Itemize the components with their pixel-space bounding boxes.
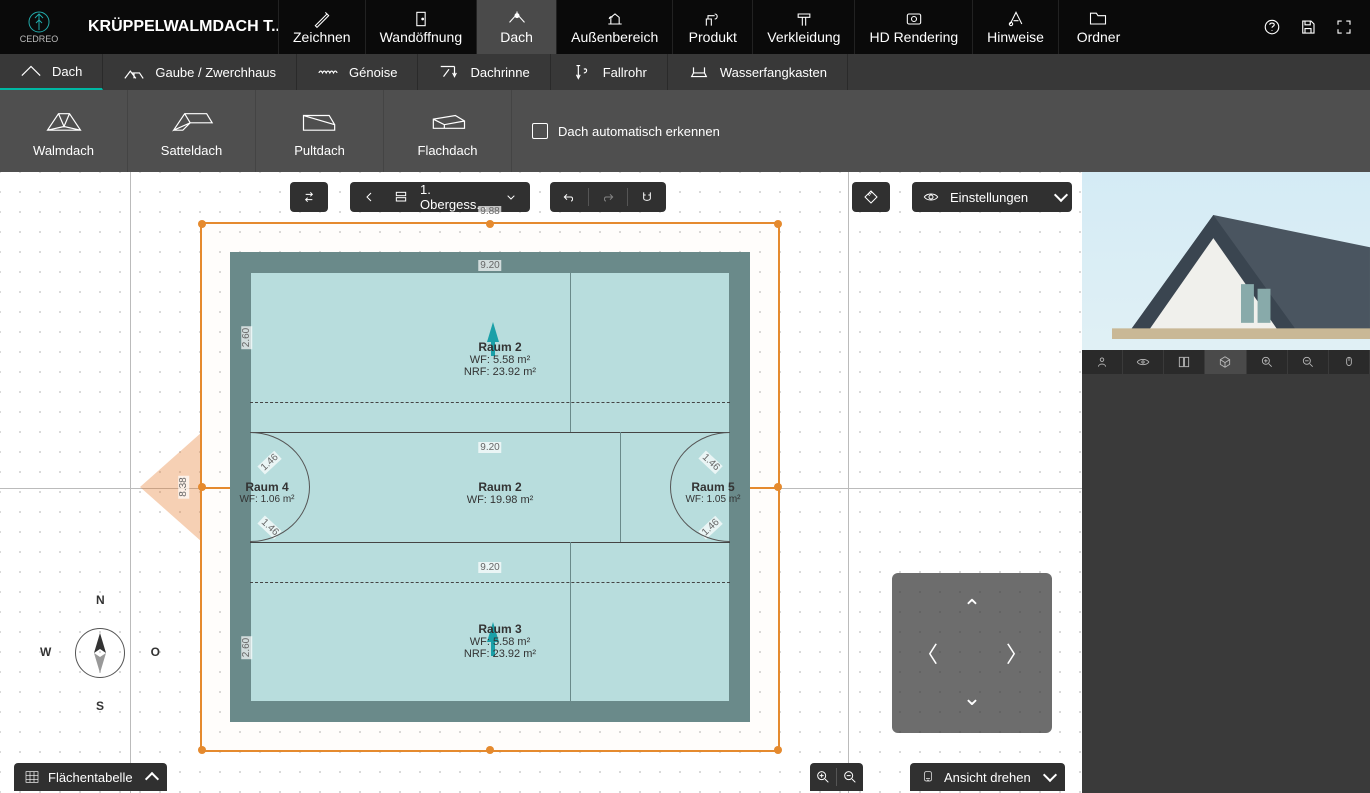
plan-canvas[interactable]: 1. Obergess... Einstellungen 9.88 8.38: [0, 172, 1082, 793]
divider: [250, 432, 730, 433]
chevron-down-icon[interactable]: [498, 185, 524, 209]
preview-zoom-in-icon[interactable]: [1247, 350, 1288, 374]
main-tabs: Zeichnen Wandöffnung Dach Außenbereich P…: [278, 0, 1246, 54]
rotate-view-toggle[interactable]: Ansicht drehen: [910, 763, 1065, 791]
chevron-down-icon: [1050, 190, 1066, 205]
chevron-down-icon: [1039, 770, 1055, 785]
nav-pad: ⌃ ⌄ 〈 〉 ↺: [892, 573, 1052, 733]
dim-inner-w3: 9.20: [478, 562, 501, 573]
preview-panel: [1082, 172, 1370, 793]
zoom-in-icon[interactable]: [810, 765, 836, 789]
dim-side2: 2.60: [241, 636, 252, 659]
redo-icon[interactable]: [595, 185, 621, 209]
roof-pultdach[interactable]: Pultdach: [256, 90, 384, 172]
swap-bar: [290, 182, 328, 212]
subtab-genoise[interactable]: Génoise: [297, 54, 418, 90]
checkbox-icon[interactable]: [532, 123, 548, 139]
ruler-icon[interactable]: [858, 185, 884, 209]
view-3d-icon[interactable]: [1205, 350, 1246, 374]
topbar-actions: [1246, 0, 1370, 54]
floor-plan[interactable]: 9.88 8.38 9.20 9.20 9.20 2.60 2.60 1.46 …: [200, 222, 780, 752]
help-button[interactable]: [1258, 13, 1286, 41]
dim-inner-w2: 9.20: [478, 442, 501, 453]
brand-logo[interactable]: CEDREO: [0, 0, 78, 54]
subtab-dachrinne[interactable]: Dachrinne: [418, 54, 550, 90]
topbar: CEDREO KRÜPPELWALMDACH T... Zeichnen Wan…: [0, 0, 1370, 54]
tab-verkleidung[interactable]: Verkleidung: [752, 0, 854, 54]
preview-toolbar: [1082, 350, 1370, 374]
zoom-bar: [810, 763, 863, 791]
fullscreen-button[interactable]: [1330, 13, 1358, 41]
save-button[interactable]: [1294, 13, 1322, 41]
dim-outer-width: 9.88: [478, 206, 501, 217]
swap-icon[interactable]: [296, 185, 322, 209]
roof-walmdach[interactable]: Walmdach: [0, 90, 128, 172]
magnet-icon[interactable]: [634, 185, 660, 209]
divider: [570, 542, 571, 702]
divider: [250, 582, 730, 583]
settings-bar[interactable]: Einstellungen: [912, 182, 1072, 212]
nav-down[interactable]: ⌄: [957, 683, 987, 713]
auto-detect-roof[interactable]: Dach automatisch erkennen: [512, 90, 720, 172]
subtab-wasserfang[interactable]: Wasserfangkasten: [668, 54, 848, 90]
preview-3d[interactable]: [1082, 172, 1370, 350]
subtab-gaube[interactable]: Gaube / Zwerchhaus: [103, 54, 297, 90]
gable-west: [140, 432, 202, 542]
room-label: Raum 2WF: 5.58 m²NRF: 23.92 m²: [440, 340, 560, 378]
nav-right[interactable]: 〉: [1002, 638, 1032, 668]
area-table-toggle[interactable]: Flächentabelle: [14, 763, 167, 791]
room-label: Raum 2WF: 19.98 m²: [440, 480, 560, 506]
tab-hinweise[interactable]: Hinweise: [972, 0, 1058, 54]
roof-type-palette: Walmdach Satteldach Pultdach Flachdach D…: [0, 90, 1370, 172]
divider: [620, 432, 621, 542]
nav-reset[interactable]: ↺: [1041, 738, 1056, 759]
floors-icon: [388, 185, 414, 209]
preview-mouse-icon[interactable]: [1329, 350, 1370, 374]
tab-aussenbereich[interactable]: Außenbereich: [556, 0, 672, 54]
nav-left[interactable]: 〈: [912, 638, 942, 668]
room-label: Raum 3WF: 5.58 m²NRF: 23.92 m²: [440, 622, 560, 660]
preview-panel-body: [1082, 374, 1370, 793]
roof-satteldach[interactable]: Satteldach: [128, 90, 256, 172]
divider: [570, 272, 571, 432]
divider: [250, 402, 730, 403]
tab-hdrendering[interactable]: HD Rendering: [854, 0, 972, 54]
subtab-dach[interactable]: Dach: [0, 54, 103, 90]
zoom-out-icon[interactable]: [837, 765, 863, 789]
eye-icon: [918, 185, 944, 209]
dim-inner-w1: 9.20: [478, 260, 501, 271]
sub-toolbar: Dach Gaube / Zwerchhaus Génoise Dachrinn…: [0, 54, 1370, 90]
dim-height: 8.38: [178, 475, 189, 498]
room-label: Raum 5WF: 1.05 m²: [678, 480, 748, 505]
axis-v2: [848, 172, 849, 793]
view-eye-icon[interactable]: [1123, 350, 1164, 374]
tab-wandoeffnung[interactable]: Wandöffnung: [365, 0, 477, 54]
chevron-up-icon: [141, 770, 157, 785]
dim-bar: [852, 182, 890, 212]
dim-side1: 2.60: [241, 326, 252, 349]
undo-redo-bar: [550, 182, 666, 212]
chevron-left-icon[interactable]: [356, 185, 382, 209]
tab-produkt[interactable]: Produkt: [672, 0, 752, 54]
tab-dach[interactable]: Dach: [476, 0, 556, 54]
divider: [250, 542, 730, 543]
main-area: 1. Obergess... Einstellungen 9.88 8.38: [0, 172, 1370, 793]
nav-up[interactable]: ⌃: [957, 593, 987, 623]
view-person-icon[interactable]: [1082, 350, 1123, 374]
slope-arrow: [487, 322, 499, 342]
project-title: KRÜPPELWALMDACH T...: [78, 0, 278, 54]
room-label: Raum 4WF: 1.06 m²: [232, 480, 302, 505]
roof-flachdach[interactable]: Flachdach: [384, 90, 512, 172]
compass: N S W O: [40, 593, 160, 713]
view-split-icon[interactable]: [1164, 350, 1205, 374]
level-selector[interactable]: 1. Obergess...: [350, 182, 530, 212]
preview-zoom-out-icon[interactable]: [1288, 350, 1329, 374]
undo-icon[interactable]: [556, 185, 582, 209]
subtab-fallrohr[interactable]: Fallrohr: [551, 54, 668, 90]
tab-ordner[interactable]: Ordner: [1058, 0, 1138, 54]
tab-zeichnen[interactable]: Zeichnen: [278, 0, 365, 54]
